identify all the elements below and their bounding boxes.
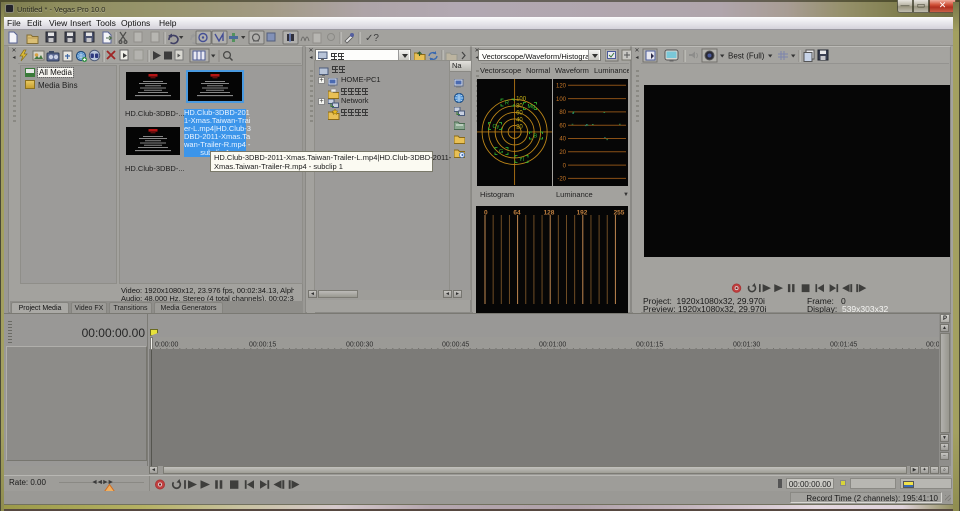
svg-text:192: 192: [577, 210, 588, 217]
svg-text:20: 20: [516, 125, 523, 131]
svg-text:G: G: [499, 149, 503, 155]
svg-text:Yl: Yl: [519, 157, 524, 163]
svg-text:60: 60: [559, 123, 566, 129]
svg-text:B: B: [534, 134, 538, 140]
svg-text:00:00:15: 00:00:15: [249, 342, 276, 349]
svg-text:00:00:30: 00:00:30: [346, 342, 373, 349]
svg-text:120: 120: [556, 84, 567, 90]
svg-text:00:00:45: 00:00:45: [442, 342, 469, 349]
svg-text:00:01:30: 00:01:30: [733, 342, 760, 349]
svg-text:00:01:15: 00:01:15: [636, 342, 663, 349]
svg-text:R: R: [505, 101, 509, 107]
svg-text:40: 40: [559, 137, 566, 143]
svg-text:40: 40: [516, 118, 523, 124]
svg-text:100: 100: [556, 97, 567, 103]
svg-text:60: 60: [516, 111, 523, 117]
svg-text:80: 80: [559, 110, 566, 116]
svg-text:00:01:45: 00:01:45: [830, 342, 857, 349]
svg-text:-20: -20: [557, 177, 566, 183]
svg-text:Cy: Cy: [493, 124, 500, 130]
svg-text:0:00:00: 0:00:00: [155, 342, 178, 349]
svg-text:00:02:0: 00:02:0: [926, 342, 939, 349]
svg-text:00:01:00: 00:01:00: [539, 342, 566, 349]
svg-text:100: 100: [516, 97, 527, 103]
svg-text:✓?: ✓?: [365, 33, 379, 44]
svg-text:Best (Full): Best (Full): [728, 52, 765, 61]
svg-text:20: 20: [559, 150, 566, 156]
svg-text:Mg: Mg: [528, 104, 536, 110]
svg-text:80: 80: [516, 104, 523, 110]
svg-text:128: 128: [544, 210, 555, 217]
